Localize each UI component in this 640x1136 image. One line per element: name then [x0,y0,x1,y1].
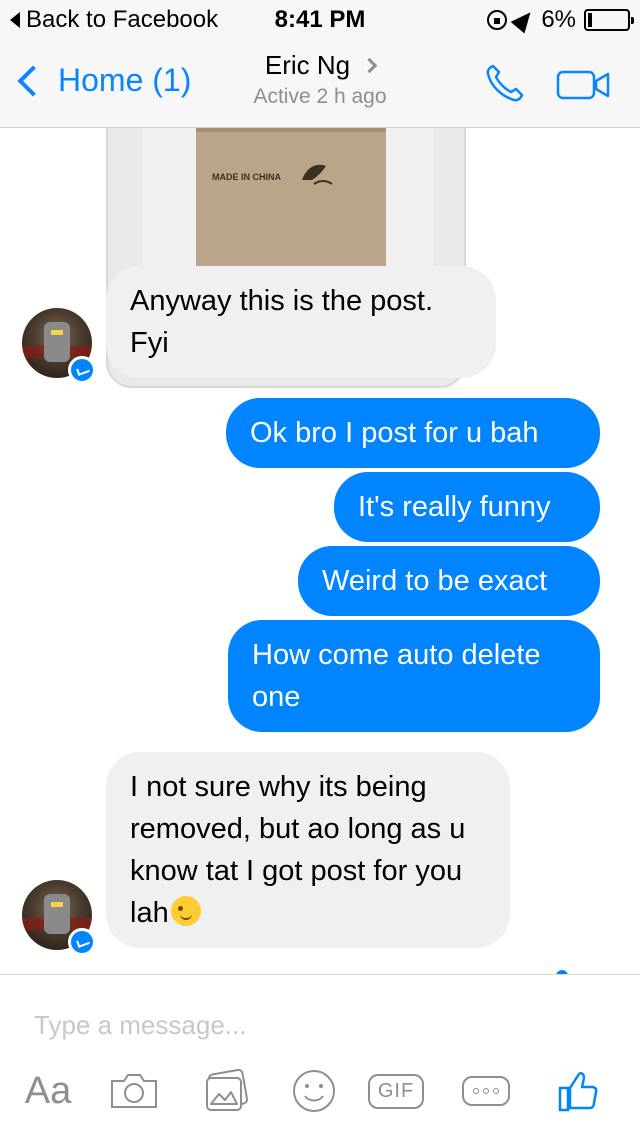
message-thread[interactable]: MADE IN CHINA Anyway this is the post. F… [0,128,640,974]
contact-name: Eric Ng [200,50,440,81]
messenger-badge-icon [68,928,96,956]
more-options-button[interactable] [456,1063,516,1119]
message-bubble-incoming[interactable]: Anyway this is the post. Fyi [106,266,496,378]
home-back-label: Home (1) [58,62,192,98]
smiley-icon [293,1070,335,1112]
message-input[interactable] [34,1005,594,1045]
gif-button[interactable]: GIF [366,1063,426,1119]
nav-bar: Home (1) Eric Ng Active 2 h ago [0,40,640,128]
active-status: Active 2 h ago [253,85,387,108]
more-icon [462,1076,510,1106]
battery-icon [584,9,634,31]
gif-label: GIF [367,1073,425,1109]
thumbs-up-icon [558,1071,598,1112]
chevron-left-icon [17,64,49,97]
like-button[interactable] [548,1063,608,1119]
message-bubble-outgoing[interactable]: How come auto delete one [228,620,600,732]
photo-gallery-button[interactable] [196,1063,256,1119]
location-arrow-icon [510,6,538,34]
box-logo-mark [302,164,333,185]
battery-percent: 6% [541,6,576,33]
home-back-button[interactable]: Home (1) [14,62,191,99]
camera-icon [111,1074,157,1108]
chevron-right-icon [361,57,378,74]
camera-button[interactable] [104,1063,164,1119]
contact-name-text: Eric Ng [264,50,351,80]
message-bubble-outgoing[interactable]: Weird to be exact [298,546,600,616]
message-bubble-outgoing[interactable]: Ok bro I post for u bah [226,398,600,468]
photo-gallery-icon [206,1068,249,1111]
box-label-text: MADE IN CHINA [212,172,281,182]
message-bubble-outgoing[interactable]: It's really funny [334,472,600,542]
rotation-lock-icon [487,10,508,30]
composer-toolbar: Aa GIF [0,1063,640,1123]
text-format-button[interactable]: Aa [18,1063,78,1119]
conversation-header[interactable]: Eric Ng Active 2 h ago [200,50,440,109]
message-bubble-incoming[interactable]: I not sure why its being removed, but ao… [106,752,510,948]
winking-emoji-icon [170,896,201,926]
status-indicators: 6% [487,6,634,34]
phone-call-icon[interactable] [484,62,526,104]
composer: Aa GIF [0,974,640,1136]
messenger-badge-icon [68,356,96,384]
status-bar: Back to Facebook 8:41 PM 6% [0,0,640,40]
video-call-icon[interactable] [556,68,612,102]
emoji-sticker-button[interactable] [284,1063,344,1119]
